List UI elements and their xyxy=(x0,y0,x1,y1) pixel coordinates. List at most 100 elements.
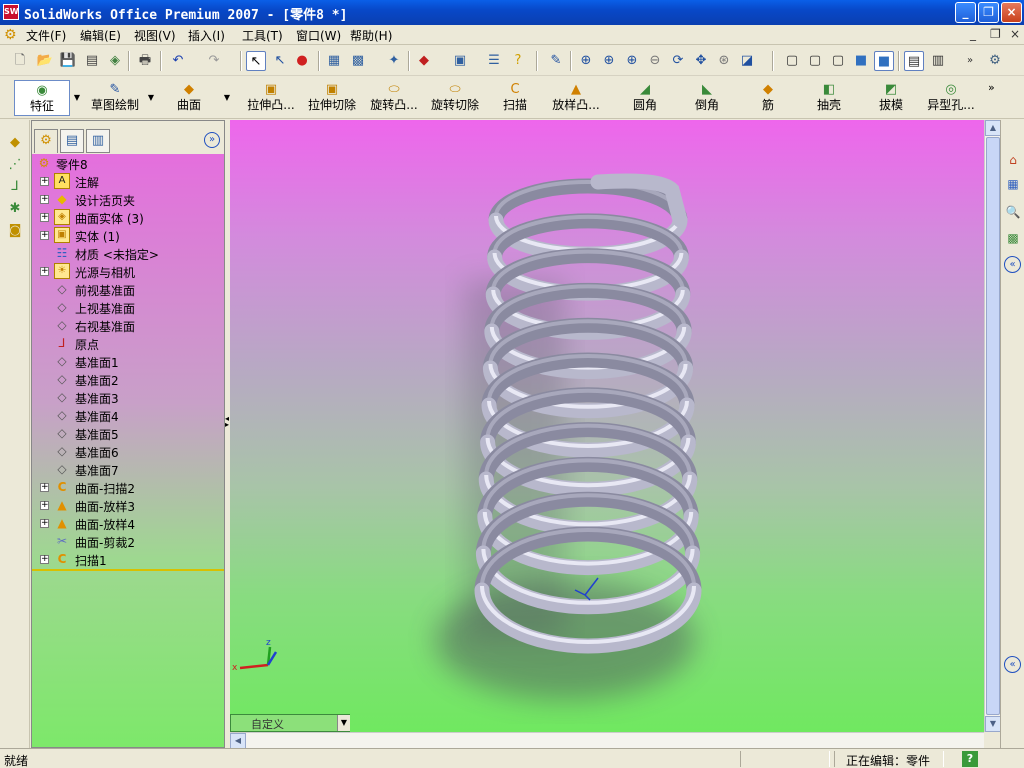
scroll-up-icon[interactable]: ▲ xyxy=(985,120,1001,136)
help-icon[interactable]: ? xyxy=(508,51,528,71)
feature-tree-tab-icon[interactable]: ⚙ xyxy=(34,129,58,153)
sketch-dropdown-icon[interactable]: ▼ xyxy=(146,80,156,116)
surfaces-dropdown-icon[interactable]: ▼ xyxy=(222,80,232,116)
minimize-button[interactable]: _ xyxy=(955,2,976,23)
tree-item[interactable]: ◇ 基准面6 xyxy=(32,442,224,460)
tree-item[interactable]: + ◈ 曲面实体 (3) xyxy=(32,208,224,226)
shadows-icon[interactable]: ▤ xyxy=(904,51,924,71)
sweep-button[interactable]: C 扫描 xyxy=(500,80,530,116)
expand-toggle[interactable]: + xyxy=(40,519,49,528)
menu-edit[interactable]: 编辑(E) xyxy=(80,27,121,44)
feature-toolbar-overflow-icon[interactable]: » xyxy=(988,81,995,94)
rollback-bar[interactable] xyxy=(32,569,224,571)
draft-button[interactable]: ◩ 拔模 xyxy=(876,80,906,116)
vertical-scrollbar[interactable]: ▲ ▼ xyxy=(984,120,1001,732)
roll-view-icon[interactable]: ⊛ xyxy=(714,51,734,71)
expand-toggle[interactable]: + xyxy=(40,231,49,240)
doc-close-button[interactable]: × xyxy=(1010,27,1020,41)
save-drawing-icon[interactable]: ▤ xyxy=(82,51,102,71)
select-filter-icon[interactable]: ↖ xyxy=(270,51,290,71)
grid-icon[interactable]: ▦ xyxy=(324,51,344,71)
tree-item[interactable]: ◇ 前视基准面 xyxy=(32,280,224,298)
menu-view[interactable]: 视图(V) xyxy=(134,27,176,44)
tree-item[interactable]: ☷ 材质 <未指定> xyxy=(32,244,224,262)
tree-item[interactable]: ◇ 上视基准面 xyxy=(32,298,224,316)
zoom-area-icon[interactable]: ⊕ xyxy=(599,51,619,71)
graphics-viewport[interactable]: x z xyxy=(230,120,984,732)
app-menu-icon[interactable]: ⚙ xyxy=(4,27,20,43)
fillet-button[interactable]: ◢ 圆角 xyxy=(630,80,660,116)
features-dropdown-icon[interactable]: ▼ xyxy=(72,80,82,116)
menu-tools[interactable]: 工具(T) xyxy=(242,27,283,44)
tree-item[interactable]: + ▣ 实体 (1) xyxy=(32,226,224,244)
chamfer-button[interactable]: ◣ 倒角 xyxy=(692,80,722,116)
expand-toggle[interactable]: + xyxy=(40,555,49,564)
open-folder-icon[interactable]: 📂 xyxy=(35,51,55,71)
scroll-thumb[interactable] xyxy=(986,137,1000,715)
shaded-icon[interactable]: ■ xyxy=(874,51,894,71)
tree-item[interactable]: ◇ 右视基准面 xyxy=(32,316,224,334)
measure-icon[interactable]: ✎ xyxy=(546,51,566,71)
zoom-fit-icon[interactable]: ⊕ xyxy=(576,51,596,71)
tree-item[interactable]: ◇ 基准面4 xyxy=(32,406,224,424)
rotate-icon[interactable]: ⟳ xyxy=(668,51,688,71)
appearance-icon[interactable]: ◆ xyxy=(414,51,434,71)
file-explorer-icon[interactable]: 🔍 xyxy=(1003,202,1023,222)
loft-boss-button[interactable]: ▲ 放样凸... xyxy=(546,80,606,116)
menu-help[interactable]: 帮助(H) xyxy=(350,27,392,44)
expand-toggle[interactable]: + xyxy=(40,501,49,510)
property-manager-tab-icon[interactable]: ▤ xyxy=(60,129,84,153)
menu-window[interactable]: 窗口(W) xyxy=(296,27,341,44)
sketch-tab-button[interactable]: ✎ 草图绘制 xyxy=(88,80,142,116)
task-pane-expand-icon[interactable]: « xyxy=(1004,256,1021,273)
print-icon[interactable]: 🖶 xyxy=(135,51,155,71)
tree-item[interactable]: + C 曲面-扫描2 xyxy=(32,478,224,496)
addins-icon[interactable]: ⚙ xyxy=(985,51,1005,71)
point-icon[interactable]: ✱ xyxy=(6,200,24,218)
shell-button[interactable]: ◧ 抽壳 xyxy=(814,80,844,116)
hole-wizard-button[interactable]: ◎ 异型孔... xyxy=(922,80,980,116)
configuration-selector[interactable]: 自定义 ▼ xyxy=(230,714,350,732)
reference-geometry-icon[interactable]: ◆ xyxy=(6,134,24,152)
tree-item[interactable]: + ▲ 曲面-放样4 xyxy=(32,514,224,532)
tree-item[interactable]: + ◆ 设计活页夹 xyxy=(32,190,224,208)
tree-item[interactable]: ◇ 基准面2 xyxy=(32,370,224,388)
save-icon[interactable]: 💾 xyxy=(58,51,78,71)
menu-insert[interactable]: 插入(I) xyxy=(188,27,225,44)
design-library-icon[interactable]: ▦ xyxy=(1003,174,1023,194)
resources-home-icon[interactable]: ⌂ xyxy=(1003,150,1023,170)
configuration-manager-tab-icon[interactable]: ▥ xyxy=(86,129,110,153)
doc-restore-button[interactable]: ❐ xyxy=(990,27,1001,41)
horizontal-scrollbar[interactable]: ◀ xyxy=(230,732,984,749)
tree-item[interactable]: ✂ 曲面-剪裁2 xyxy=(32,532,224,550)
pan-icon[interactable]: ✥ xyxy=(691,51,711,71)
tree-item[interactable]: ◇ 基准面1 xyxy=(32,352,224,370)
rib-button[interactable]: ◆ 筋 xyxy=(756,80,780,116)
rebuild-icon[interactable]: ● xyxy=(292,51,312,71)
scroll-down-icon[interactable]: ▼ xyxy=(985,716,1001,732)
redo-icon[interactable]: ↷ xyxy=(204,51,224,71)
hidden-lines-visible-icon[interactable]: ▢ xyxy=(805,51,825,71)
close-button[interactable]: × xyxy=(1001,2,1022,23)
view-layout-icon[interactable]: ▣ xyxy=(450,51,470,71)
expand-toggle[interactable]: + xyxy=(40,483,49,492)
hidden-lines-removed-icon[interactable]: ▢ xyxy=(828,51,848,71)
surfaces-tab-button[interactable]: ◆ 曲面 xyxy=(160,80,218,116)
doc-minimize-button[interactable]: _ xyxy=(970,27,976,41)
revolved-cut-button[interactable]: ⬭ 旋转切除 xyxy=(428,80,482,116)
configuration-dropdown-icon[interactable]: ▼ xyxy=(337,715,350,731)
scroll-left-icon[interactable]: ◀ xyxy=(230,733,246,749)
tree-item[interactable]: + A 注解 xyxy=(32,172,224,190)
task-pane-collapse-icon[interactable]: « xyxy=(1004,656,1021,673)
zoom-inout-icon[interactable]: ⊕ xyxy=(622,51,642,71)
coordinate-system-icon[interactable]: ⅃ xyxy=(6,178,24,196)
spring-model[interactable]: x z xyxy=(230,120,984,732)
tree-item[interactable]: + C 扫描1 xyxy=(32,550,224,568)
standard-views-icon[interactable]: ◪ xyxy=(737,51,757,71)
tree-item[interactable]: ◇ 基准面3 xyxy=(32,388,224,406)
extruded-cut-button[interactable]: ▣ 拉伸切除 xyxy=(306,80,358,116)
status-help-icon[interactable]: ? xyxy=(962,751,978,767)
toolbar-overflow-icon[interactable]: » xyxy=(960,51,980,71)
sketch-grid-icon[interactable]: ▩ xyxy=(348,51,368,71)
wireframe-icon[interactable]: ▢ xyxy=(782,51,802,71)
